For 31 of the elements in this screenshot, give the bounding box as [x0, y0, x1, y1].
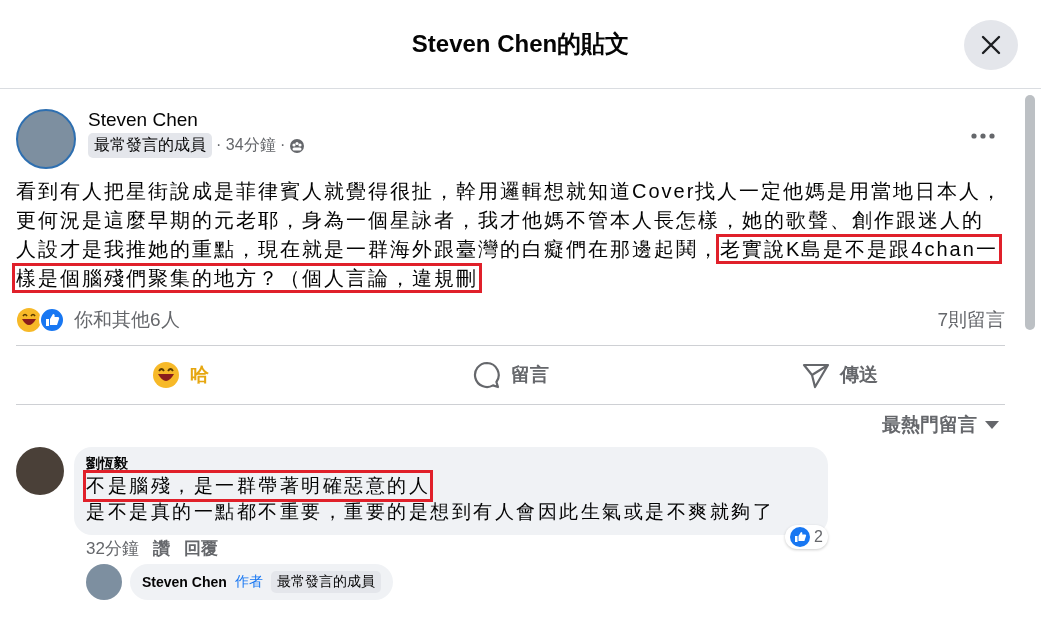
comment-text: 是不是真的一點都不重要，重要的是想到有人會因此生氣或是不爽就夠了	[86, 500, 774, 524]
close-icon	[980, 34, 1002, 56]
comment-count[interactable]: 7則留言	[937, 307, 1005, 333]
comment-text: 不是腦殘，是一群帶著明確惡意的人	[86, 473, 430, 499]
send-arrow-icon	[802, 361, 831, 389]
reply-author-name[interactable]: Steven Chen	[142, 574, 227, 590]
scrollbar[interactable]	[1025, 95, 1035, 330]
post-time[interactable]: · 34分鐘 ·	[216, 135, 286, 156]
like-link[interactable]: 讚	[152, 537, 170, 560]
comment-time[interactable]: 32分鐘	[86, 537, 139, 560]
speech-bubble-icon	[472, 361, 501, 389]
close-button[interactable]	[964, 20, 1018, 70]
author-name[interactable]: Steven Chen	[88, 109, 949, 131]
avatar[interactable]	[16, 447, 64, 495]
like-count-badge[interactable]: 2	[785, 525, 828, 549]
commenter-name[interactable]: 劉恆毅	[86, 455, 128, 473]
send-action-button[interactable]: 傳送	[675, 346, 1005, 404]
member-badge: 最常發言的成員	[270, 571, 381, 593]
reaction-icons[interactable]	[16, 307, 66, 333]
more-dots-icon	[971, 133, 995, 139]
group-icon	[289, 137, 306, 154]
avatar[interactable]	[16, 109, 76, 169]
author-label: 作者	[234, 573, 263, 591]
comment-action-button[interactable]: 留言	[345, 346, 676, 404]
reactions-count[interactable]: 你和其他6人	[74, 307, 180, 333]
reply-link[interactable]: 回覆	[183, 537, 218, 560]
sort-dropdown[interactable]: 最熱門留言	[876, 411, 1005, 439]
dialog-title: Steven Chen的貼文	[411, 29, 630, 59]
caret-icon	[985, 421, 999, 429]
laughing-emoji-icon	[152, 361, 181, 389]
member-badge: 最常發言的成員	[88, 133, 212, 158]
